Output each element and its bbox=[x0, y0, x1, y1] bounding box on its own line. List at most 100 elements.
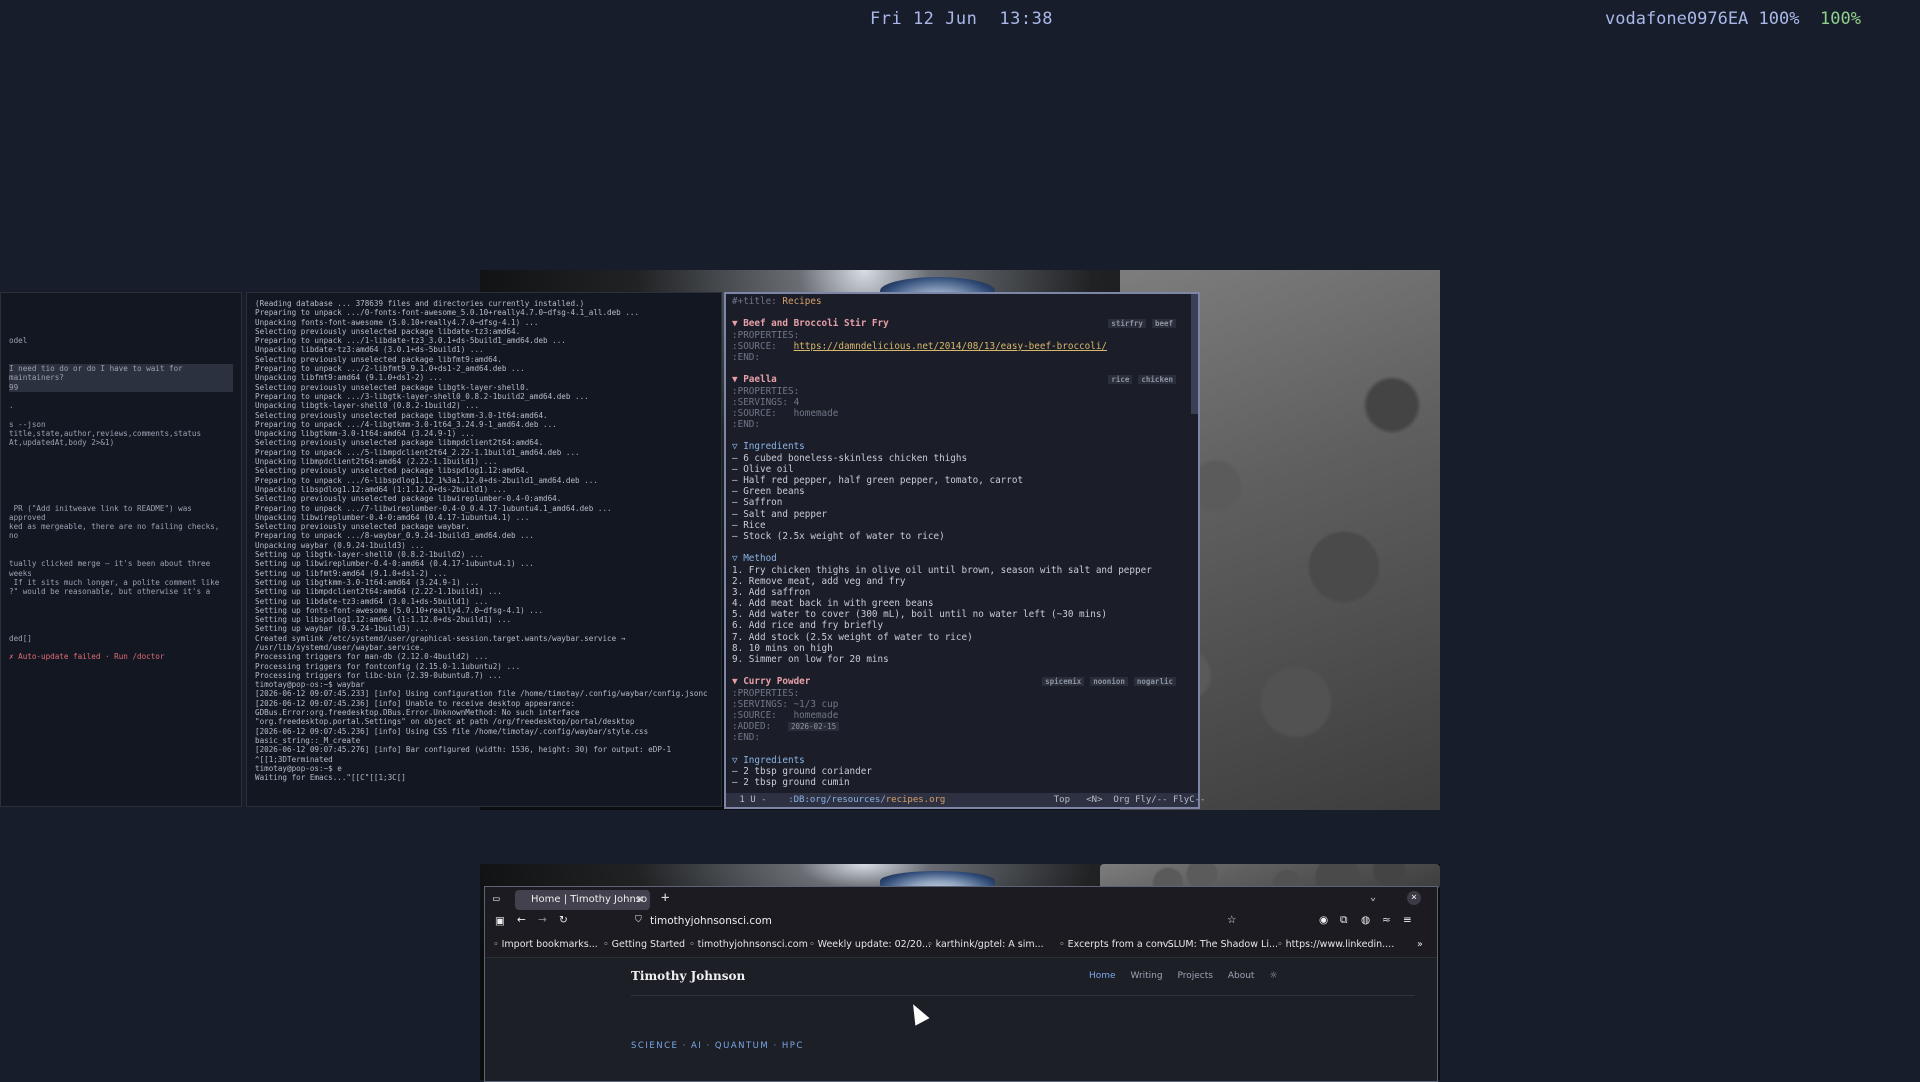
nav-writing[interactable]: Writing bbox=[1130, 971, 1162, 981]
divider bbox=[631, 995, 1415, 996]
bookmark-item[interactable]: ◦ Import bookmarks... bbox=[493, 939, 598, 950]
terminal-line: timotay@pop-os:~$ waybar bbox=[255, 680, 365, 690]
tab-overview-icon[interactable]: ▭ bbox=[493, 892, 500, 905]
terminal-line: Selecting previously unselected package … bbox=[255, 382, 530, 392]
tag: chicken bbox=[1138, 375, 1176, 385]
method-step: 1. Fry chicken thighs in olive oil until… bbox=[732, 564, 1152, 576]
emacs-window[interactable]: #+title: Recipes ▼ Beef and Broccoli Stir… bbox=[724, 292, 1205, 809]
terminal-line: Waiting for Emacs..."[[C"[[1;3C[] bbox=[255, 773, 406, 783]
tag: stirfry bbox=[1108, 319, 1146, 329]
account-icon[interactable]: ◉ bbox=[1319, 914, 1328, 926]
new-tab-icon[interactable]: + bbox=[661, 890, 669, 906]
addon-icon[interactable]: ≈ bbox=[1382, 914, 1391, 926]
section-heading: ▽ Ingredients bbox=[732, 754, 805, 766]
clock[interactable]: Fri 12 Jun 13:38 bbox=[870, 9, 1075, 29]
url-bar[interactable]: timothyjohnsonsci.com bbox=[650, 915, 772, 927]
date: Fri 12 Jun bbox=[870, 9, 978, 29]
method-step: 6. Add rice and fry briefly bbox=[732, 620, 884, 632]
reload-icon[interactable]: ↻ bbox=[559, 914, 568, 926]
terminal-line: timotay@pop-os:~$ e bbox=[255, 763, 342, 773]
terminal-line: ?" would be reasonable, but otherwise it… bbox=[9, 587, 211, 597]
nav-about[interactable]: About bbox=[1228, 971, 1255, 981]
nav-home[interactable]: Home bbox=[1089, 971, 1116, 981]
claude-terminal[interactable]: odel I need tio do or do I have to wait … bbox=[0, 292, 242, 807]
firefox-window[interactable]: ▭ Home | Timothy Johnso × + ⌄ × ▣ ← → ↻ … bbox=[484, 886, 1438, 1082]
terminal-line: Setting up libmpdclient2t64:amd64 (2.22-… bbox=[255, 587, 502, 597]
site-title[interactable]: Timothy Johnson bbox=[631, 969, 745, 983]
terminal-line: odel bbox=[9, 336, 28, 346]
tag: beef bbox=[1151, 319, 1176, 329]
terminal-line: Preparing to unpack .../4-libgtkmm-3.0-1… bbox=[255, 419, 557, 429]
ingredient-item: — Olive oil bbox=[732, 463, 794, 475]
battery-status[interactable]: 100% bbox=[1820, 9, 1861, 29]
ingredient-item: — Rice bbox=[732, 519, 766, 531]
terminal-line: If it sits much longer, a polite comment… bbox=[13, 577, 220, 587]
apt-terminal[interactable]: (Reading database ... 378639 files and d… bbox=[246, 292, 722, 807]
ingredient-item: — Green beans bbox=[732, 486, 805, 498]
bookmark-item[interactable]: ◦ SLUM: The Shadow Li... bbox=[1159, 939, 1278, 950]
bookmark-item[interactable]: ◦ Getting Started bbox=[603, 939, 685, 950]
network-status[interactable]: vodafone0976EA 100% bbox=[1605, 9, 1799, 29]
terminal-line: PR ("Add initweave link to README") was … bbox=[9, 503, 192, 522]
buffer-title: #+title: Recipes bbox=[732, 296, 1184, 307]
terminal-line: Unpacking waybar (0.9.24-1build3) ... bbox=[255, 540, 425, 550]
sidebar-icon[interactable]: ▣ bbox=[495, 915, 505, 927]
org-buffer[interactable]: #+title: Recipes ▼ Beef and Broccoli Stir… bbox=[726, 294, 1190, 793]
title-keyword: #+title: bbox=[732, 296, 783, 307]
bookmark-item[interactable]: ◦ Weekly update: 02/20... bbox=[809, 939, 931, 950]
scrollbar[interactable] bbox=[1191, 294, 1198, 414]
tab-home[interactable]: Home | Timothy Johnso × bbox=[515, 890, 650, 910]
source-link[interactable]: https://damndelicious.net/2014/08/13/eas… bbox=[794, 341, 1107, 352]
tag: rice bbox=[1108, 375, 1133, 385]
property-end: :END: bbox=[732, 351, 760, 363]
buffer-line bbox=[732, 744, 1184, 755]
nav-projects[interactable]: Projects bbox=[1177, 971, 1212, 981]
terminal-line: Selecting previously unselected package … bbox=[255, 326, 521, 336]
terminal-line: Selecting previously unselected package … bbox=[255, 522, 470, 532]
method-step: 9. Simmer on low for 20 mins bbox=[732, 654, 889, 665]
terminal-line: Preparing to unpack .../6-libspdlog1.12_… bbox=[255, 475, 598, 485]
terminal-line: . bbox=[9, 401, 14, 411]
terminal-line: Preparing to unpack .../7-libwireplumber… bbox=[255, 503, 612, 513]
forward-icon[interactable]: → bbox=[538, 914, 547, 926]
title-value: Recipes bbox=[782, 296, 822, 307]
close-window-icon[interactable]: × bbox=[1407, 891, 1421, 905]
theme-toggle-icon[interactable]: ☼ bbox=[1269, 971, 1277, 981]
list-tabs-icon[interactable]: ⌄ bbox=[1370, 892, 1376, 903]
recipe-tags: stirfry beef bbox=[1102, 318, 1176, 329]
mode-line: 1 U - :DB:org/resources/recipes.org Top … bbox=[726, 793, 1205, 807]
property-line: :SERVINGS: 4 bbox=[732, 396, 800, 408]
terminal-line: Unpacking fonts-font-awesome (5.0.10+rea… bbox=[255, 317, 539, 327]
bookmark-item[interactable]: ◦ karthink/gptel: A sim... bbox=[927, 939, 1044, 950]
modeline-dir: :DB:org/resources/ bbox=[788, 795, 886, 805]
bookmark-star-icon[interactable]: ☆ bbox=[1227, 914, 1236, 926]
menu-icon[interactable]: ≡ bbox=[1403, 914, 1412, 926]
tab-bar: ▭ Home | Timothy Johnso × + ⌄ × bbox=[485, 887, 1437, 913]
more-bookmarks-icon[interactable]: » bbox=[1417, 939, 1423, 950]
navigation-bar: ▣ ← → ↻ ⛉ timothyjohnsonsci.com ☆ ◉ ⧉ ◍ … bbox=[485, 913, 1437, 935]
terminal-line: Processing triggers for libc-bin (2.39-0… bbox=[255, 670, 502, 680]
terminal-line: basic_string::_M_create bbox=[255, 735, 361, 745]
terminal-line: Setting up libgtkmm-3.0-1t64:amd64 (3.24… bbox=[255, 577, 480, 587]
terminal-line: [2026-06-12 09:07:45.233] [info] Using c… bbox=[255, 689, 708, 699]
terminal-line: ^[[1;3DTerminated bbox=[255, 754, 333, 764]
terminal-line: Unpacking libgtk-layer-shell0 (0.8.2-1bu… bbox=[255, 401, 480, 411]
vpn-icon[interactable]: ◍ bbox=[1361, 914, 1370, 926]
terminal-line: Processing triggers for fontconfig (2.15… bbox=[255, 661, 521, 671]
terminal-line: Preparing to unpack .../2-libfmt9_9.1.0+… bbox=[255, 364, 525, 374]
buffer-line bbox=[732, 363, 1184, 374]
bookmark-item[interactable]: ◦ timothyjohnsonsci.com bbox=[689, 939, 808, 950]
recipe-tags: spicemix noonion nogarlic bbox=[1036, 676, 1176, 687]
site-info-icon[interactable]: ⛉ bbox=[635, 915, 642, 925]
back-icon[interactable]: ← bbox=[517, 914, 526, 926]
terminal-line: [2026-06-12 09:07:45.276] [info] Bar con… bbox=[255, 745, 672, 755]
extensions-icon[interactable]: ⧉ bbox=[1340, 914, 1348, 927]
webpage: Timothy Johnson Home Writing Projects Ab… bbox=[485, 957, 1437, 1081]
bookmark-item[interactable]: ◦ https://www.linkedin.... bbox=[1277, 939, 1394, 950]
property-line: :ADDED: 2026-02-15 bbox=[732, 721, 1184, 732]
property-line: :SOURCE: homemade bbox=[732, 709, 839, 721]
terminal-line: Setting up libgtk-layer-shell0 (0.8.2-1b… bbox=[255, 550, 484, 560]
bookmarks-toolbar: ◦ Import bookmarks... ◦ Getting Started ◦ … bbox=[485, 935, 1437, 957]
time: 13:38 bbox=[999, 9, 1054, 29]
close-tab-icon[interactable]: × bbox=[636, 890, 644, 910]
